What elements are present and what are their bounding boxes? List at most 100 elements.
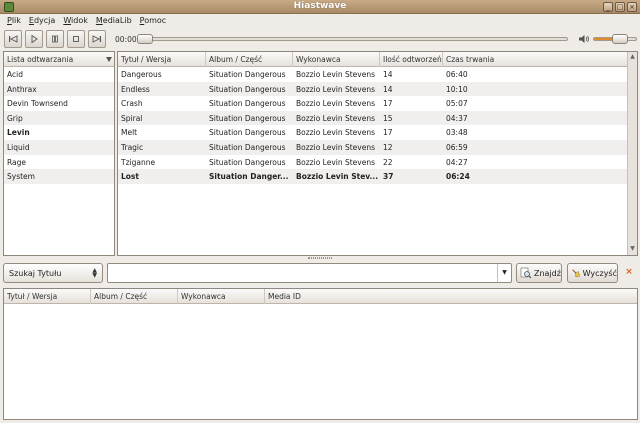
previous-button[interactable]: [4, 30, 22, 48]
window-title: Hiastwave: [293, 1, 347, 11]
track-list-header: Tytuł / Wersja Album / Część Wykonawca I…: [118, 52, 629, 67]
pane-splitter[interactable]: [0, 256, 640, 260]
results-column-title[interactable]: Tytuł / Wersja: [4, 289, 91, 304]
previous-icon: [9, 35, 18, 43]
stop-button[interactable]: [67, 30, 85, 48]
player-toolbar: 00:00: [0, 28, 640, 50]
minimize-button[interactable]: _: [603, 2, 613, 12]
playlist-item[interactable]: Acid: [4, 67, 114, 82]
results-column-artist[interactable]: Wykonawca: [178, 289, 265, 304]
search-field-select-value: Szukaj Tytułu: [9, 269, 62, 278]
track-album: Situation Danger...: [209, 172, 289, 182]
search-field-select[interactable]: Szukaj Tytułu ▲ ▼: [3, 263, 103, 283]
track-album: Situation Dangerous: [209, 128, 286, 138]
track-play-count: 17: [383, 99, 393, 109]
find-button-label: Znajdź: [534, 268, 561, 278]
track-title: Crash: [121, 99, 143, 109]
track-artist: Bozzio Levin Stevens: [296, 70, 376, 79]
column-duration[interactable]: Czas trwania: [443, 52, 629, 67]
broom-icon: [572, 269, 581, 278]
playlist-header: Lista odtwarzania: [4, 52, 114, 67]
search-history-dropdown[interactable]: ▼: [497, 264, 511, 282]
track-row[interactable]: Tziganne Situation Dangerous Bozzio Levin …: [118, 155, 627, 170]
title-bar: Hiastwave _ □ ×: [0, 0, 640, 14]
results-column-album[interactable]: Album / Część: [91, 289, 178, 304]
track-play-count: 14: [383, 70, 393, 79]
track-title: Endless: [121, 84, 150, 94]
close-search-icon[interactable]: ×: [625, 268, 633, 277]
playlist-item[interactable]: Liquid: [4, 140, 114, 155]
track-artist: Bozzio Levin Stevens: [296, 143, 376, 152]
playlist-item[interactable]: System: [4, 169, 114, 184]
menu-widok[interactable]: Widok: [63, 14, 91, 28]
track-album: Situation Dangerous: [209, 157, 286, 167]
column-album[interactable]: Album / Część: [206, 52, 293, 67]
track-title: Lost: [121, 172, 139, 182]
track-album: Situation Dangerous: [209, 143, 286, 152]
find-button[interactable]: Znajdź: [516, 263, 562, 283]
playback-time: 00:00: [115, 35, 137, 44]
track-row[interactable]: Tragic Situation Dangerous Bozzio Levin St…: [118, 140, 627, 155]
track-list-scrollbar[interactable]: ▲ ▼: [627, 52, 637, 255]
track-row[interactable]: Crash Situation Dangerous Bozzio Levin Ste…: [118, 96, 627, 111]
results-column-media-id[interactable]: Media ID: [265, 289, 637, 304]
scroll-up-icon[interactable]: ▲: [628, 53, 637, 62]
menu-pomoc[interactable]: Pomoc: [140, 14, 170, 28]
playlist-item-label: Levin: [7, 128, 30, 138]
track-row[interactable]: Lost Situation Danger... Bozzio Levin Stev…: [118, 169, 627, 184]
playlist-item[interactable]: Levin: [4, 125, 114, 140]
find-icon: [520, 267, 532, 279]
volume-slider-handle[interactable]: [612, 34, 628, 44]
playlist-item[interactable]: Anthrax: [4, 81, 114, 97]
playlist-item-label: Anthrax: [7, 84, 37, 94]
menu-bar: Plik Edycja Widok MediaLib Pomoc: [0, 14, 640, 28]
playlist-item-label: Acid: [7, 70, 23, 79]
search-box: ▼: [107, 263, 512, 283]
track-row[interactable]: Spiral Situation Dangerous Bozzio Levin St…: [118, 110, 627, 126]
speaker-icon[interactable]: [578, 34, 590, 44]
track-play-count: 15: [383, 113, 393, 123]
track-artist: Bozzio Levin Stevens: [296, 157, 376, 167]
search-input[interactable]: [109, 265, 497, 281]
column-play-count[interactable]: Ilość odtworzeń: [380, 52, 443, 67]
maximize-button[interactable]: □: [615, 2, 625, 12]
playlist-item-label: Rage: [7, 157, 27, 167]
playlist-item[interactable]: Devin Townsend: [4, 96, 114, 111]
track-duration: 06:40: [446, 70, 468, 79]
playlist-column-header[interactable]: Lista odtwarzania: [4, 52, 114, 67]
track-album: Situation Dangerous: [209, 113, 286, 123]
track-album: Situation Dangerous: [209, 99, 286, 109]
playlist-item[interactable]: Grip: [4, 110, 114, 126]
track-artist: Bozzio Levin Stevens: [296, 99, 376, 109]
playlist-item[interactable]: Rage: [4, 155, 114, 170]
track-row[interactable]: Melt Situation Dangerous Bozzio Levin Stev…: [118, 125, 627, 140]
playlist-item-label: System: [7, 172, 35, 182]
column-artist[interactable]: Wykonawca: [293, 52, 380, 67]
track-row[interactable]: Endless Situation Dangerous Bozzio Levin S…: [118, 81, 627, 97]
track-title: Dangerous: [121, 70, 162, 79]
pause-button[interactable]: [46, 30, 64, 48]
close-window-button[interactable]: ×: [627, 2, 637, 12]
pause-icon: [52, 35, 58, 43]
track-play-count: 37: [383, 172, 394, 182]
stop-icon: [73, 36, 79, 42]
track-play-count: 17: [383, 128, 393, 138]
column-title[interactable]: Tytuł / Wersja: [118, 52, 206, 67]
menu-medialib[interactable]: MediaLib: [96, 14, 135, 28]
clear-button[interactable]: Wyczyść: [567, 263, 618, 283]
menu-plik[interactable]: Plik: [7, 14, 24, 28]
play-button[interactable]: [25, 30, 43, 48]
scroll-down-icon[interactable]: ▼: [628, 245, 637, 254]
track-artist: Bozzio Levin Stevens: [296, 128, 376, 138]
playlist-panel: Lista odtwarzania Acid Anthrax Devin Towns…: [3, 51, 115, 256]
menu-edycja[interactable]: Edycja: [29, 14, 58, 28]
track-row[interactable]: Dangerous Situation Dangerous Bozzio Levin…: [118, 67, 627, 82]
track-list-panel: Tytuł / Wersja Album / Część Wykonawca I…: [117, 51, 638, 256]
play-icon: [31, 34, 38, 44]
seek-slider[interactable]: [140, 37, 568, 41]
track-duration: 05:07: [446, 99, 468, 109]
seek-slider-handle[interactable]: [137, 34, 153, 44]
track-duration: 04:37: [446, 113, 468, 123]
track-play-count: 12: [383, 143, 393, 152]
next-button[interactable]: [88, 30, 106, 48]
